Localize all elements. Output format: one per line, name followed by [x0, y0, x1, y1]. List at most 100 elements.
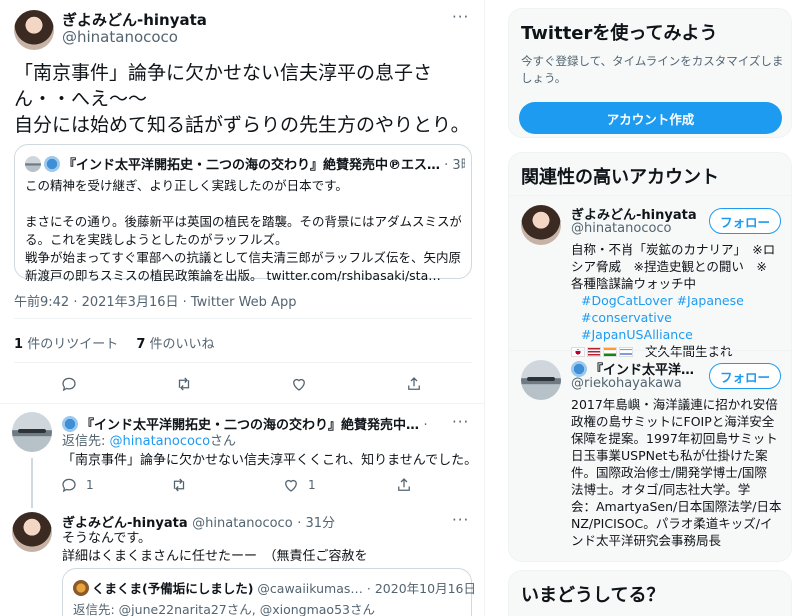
- like-icon[interactable]: [280, 474, 302, 496]
- author-handle[interactable]: @hinatanococo: [62, 28, 178, 46]
- author-avatar[interactable]: [14, 10, 54, 50]
- more-options-icon[interactable]: ···: [452, 8, 469, 26]
- signup-description-line: 今すぐ登録して、タイムラインをカスタマイズしま: [521, 54, 784, 68]
- trends-title: いまどうしてる？: [521, 585, 665, 606]
- quoted-tweet-header: くまくま(予備垢にしました) @cawaiikumas… · 2020年10月1…: [73, 578, 476, 597]
- bio-hashtags[interactable]: #DogCatLover #Japanese: [571, 292, 786, 309]
- reply-text-line: 詳細はくまくまさんに任せたーー （無責任ご容赦を: [62, 549, 368, 564]
- bio-line: 文久年間生まれ: [644, 344, 733, 359]
- more-options-icon[interactable]: ···: [452, 511, 469, 529]
- reply-to-prefix: 返信先:: [62, 434, 110, 449]
- india-flag-icon: [603, 347, 617, 357]
- reply-count: 1: [86, 478, 94, 492]
- quoted-reply-to: 返信先: @june22narita27さん, @xiongmao53さん: [73, 602, 375, 616]
- author-name[interactable]: ぎよみどん-hinyata: [62, 9, 207, 30]
- reply-text: 「南京事件」論争に欠かせない信夫淳平くくこれ、知りませんでした。: [62, 453, 478, 468]
- quoted-tweet-body: この精神を受け継ぎ、より正しく実践したのが日本です。 まさにその通り。後藤新平は…: [25, 177, 461, 285]
- quoted-tweet-header: 『インド太平洋開拓史・二つの海の交わり』絶賛発売中℗エス… · 3時間: [25, 154, 465, 173]
- quoted-line: る。これを実践しようとしたのがラッフルズ。: [25, 232, 288, 247]
- bio-line: 自称・不肖「炭鉱のカナリア」 ※ロ: [571, 242, 776, 257]
- signup-description-line: しょう。: [521, 71, 567, 85]
- divider: [509, 195, 791, 196]
- tweet-text-line: 「南京事件」論争に欠かせない信夫淳平の息子さ: [14, 62, 433, 84]
- reply-to-handle[interactable]: @hinatanococo: [110, 434, 211, 449]
- tweet-timestamp[interactable]: 午前9:42 · 2021年3月16日 · Twitter Web App: [14, 291, 296, 310]
- tweet-text-line: 自分には始めて知る話がずらりの先生方のやりとり。: [14, 114, 470, 136]
- quoted-time: · 3時間: [444, 158, 465, 173]
- account-handle[interactable]: @riekohayakawa: [571, 376, 682, 391]
- quoted-line: この精神を受け継ぎ、より正しく実践したのが日本です。: [25, 178, 348, 193]
- bio-hashtags[interactable]: #conservative #JapanUSAlliance: [571, 309, 786, 343]
- retweet-label[interactable]: 件のリツイート: [27, 337, 118, 352]
- retweet-count[interactable]: 1: [14, 337, 23, 352]
- account-avatar[interactable]: [521, 360, 561, 400]
- reply-to-suffix: さん: [210, 434, 237, 449]
- reply-author-avatar[interactable]: [12, 512, 52, 552]
- tweet-stats: 1 件のリツイート 7 件のいいね: [14, 333, 229, 352]
- bio-line: 2017年島嶼・海洋議連に招かれ安倍: [571, 397, 778, 412]
- whale-icon: [571, 361, 587, 377]
- share-icon[interactable]: [403, 373, 425, 395]
- tweet-text-line: ん・・へえ〜〜: [14, 88, 148, 110]
- divider: [509, 350, 791, 351]
- bio-line: 保障を提案。1997年初回島サミット: [571, 431, 778, 446]
- like-icon[interactable]: [288, 373, 310, 395]
- reply-author-handle: @hinatanococo: [192, 516, 293, 531]
- quoted-line: まさにその通り。後藤新平は英国の植民を踏襲。その背景にはアダムスミスがい: [25, 214, 461, 229]
- quoted-author-name: 『インド太平洋開拓史・二つの海の交わり』絶賛発売中℗エス…: [63, 158, 441, 173]
- bio-line: シア脅威 ※捏造史観との闘い ※: [571, 259, 767, 274]
- quoted-tweet[interactable]: くまくま(予備垢にしました) @cawaiikumas… · 2020年10月1…: [62, 568, 476, 616]
- share-icon[interactable]: [393, 474, 415, 496]
- usa-flag-icon: [587, 347, 601, 357]
- quoted-time: · 2020年10月16日: [366, 581, 476, 596]
- signup-card: Twitterを使ってみよう 今すぐ登録して、タイムラインをカスタマイズしま し…: [508, 8, 792, 138]
- bio-line: 法博士。オタゴ/同志社大学。学: [571, 482, 751, 497]
- quoted-tweet[interactable]: 『インド太平洋開拓史・二つの海の交わり』絶賛発売中℗エス… · 3時間 この精神…: [14, 144, 472, 283]
- follow-button[interactable]: フォロー: [709, 363, 781, 389]
- quoted-line: [25, 195, 461, 213]
- quoted-line: 新渡戸の即ちスミスの植民政策論を出版。 twitter.com/rshibasa…: [25, 268, 441, 283]
- quoted-author-handle: @cawaiikumas…: [257, 581, 363, 596]
- reply-time: · 31分: [297, 516, 335, 531]
- like-count: 1: [308, 478, 316, 492]
- account-bio: 自称・不肖「炭鉱のカナリア」 ※ロ シア脅威 ※捏造史観との闘い ※ 各種陰謀論…: [571, 241, 786, 360]
- bio-line: 日玉事業USPNetも私が仕掛けた案: [571, 448, 768, 463]
- retweet-icon[interactable]: [168, 474, 190, 496]
- trends-card: いまどうしてる？: [508, 570, 792, 616]
- bio-line: 件。国際政治修士/開発学博士/国際: [571, 465, 767, 480]
- bio-line: 政権の島サミットにFOIPと海洋安全: [571, 414, 775, 429]
- follow-button[interactable]: フォロー: [709, 208, 781, 234]
- reply-text-line: そうなんです。: [62, 531, 152, 546]
- japan-flag-icon: [571, 347, 585, 357]
- whale-icon: [44, 156, 60, 172]
- like-count[interactable]: 7: [136, 337, 145, 352]
- account-bio: 2017年島嶼・海洋議連に招かれ安倍 政権の島サミットにFOIPと海洋安全 保障…: [571, 396, 789, 549]
- bio-line: 会：AmartyaSen/日本国際法学/日本: [571, 499, 782, 514]
- divider: [14, 318, 472, 319]
- relevant-accounts-title: 関連性の高いアカウント: [521, 167, 719, 188]
- retweet-icon[interactable]: [173, 373, 195, 395]
- bio-line: ンド太平洋研究会事務局長: [571, 533, 722, 548]
- israel-flag-icon: [619, 347, 633, 357]
- reply-author-avatar[interactable]: [12, 412, 52, 452]
- account-handle[interactable]: @hinatanococo: [571, 221, 672, 236]
- whale-icon: [62, 416, 78, 432]
- account-avatar[interactable]: [521, 205, 561, 245]
- bio-line: NZ/PICISOC。パラオ柔道キッズ/イ: [571, 516, 773, 531]
- more-options-icon[interactable]: ···: [452, 413, 469, 431]
- quoted-author-avatar: [73, 580, 89, 596]
- tweet-text: 「南京事件」論争に欠かせない信夫淳平の息子さ ん・・へえ〜〜 自分には始めて知る…: [14, 60, 474, 138]
- reply-author-name[interactable]: 『インド太平洋開拓史・二つの海の交わり』絶賛発売中… · 35分: [62, 414, 432, 433]
- quoted-line: 戦争が始まってすぐ軍部への抗議として信夫清三郎がラッフルズ伝を、矢内原が: [25, 250, 461, 265]
- divider: [0, 403, 484, 404]
- signup-description: 今すぐ登録して、タイムラインをカスタマイズしま しょう。: [521, 53, 783, 87]
- reply-icon[interactable]: [58, 474, 80, 496]
- main-column: ぎよみどん-hinyata @hinatanococo ··· 「南京事件」論争…: [0, 0, 485, 616]
- reply-to-line: 返信先: @hinatanococoさん: [62, 432, 236, 451]
- signup-title: Twitterを使ってみよう: [521, 23, 718, 44]
- create-account-button[interactable]: アカウント作成: [519, 102, 782, 134]
- relevant-accounts-card: 関連性の高いアカウント ぎよみどん-hinyata @hinatanococo …: [508, 152, 792, 562]
- thread-connector: [31, 458, 33, 508]
- reply-icon[interactable]: [58, 373, 80, 395]
- like-label[interactable]: 件のいいね: [150, 337, 215, 352]
